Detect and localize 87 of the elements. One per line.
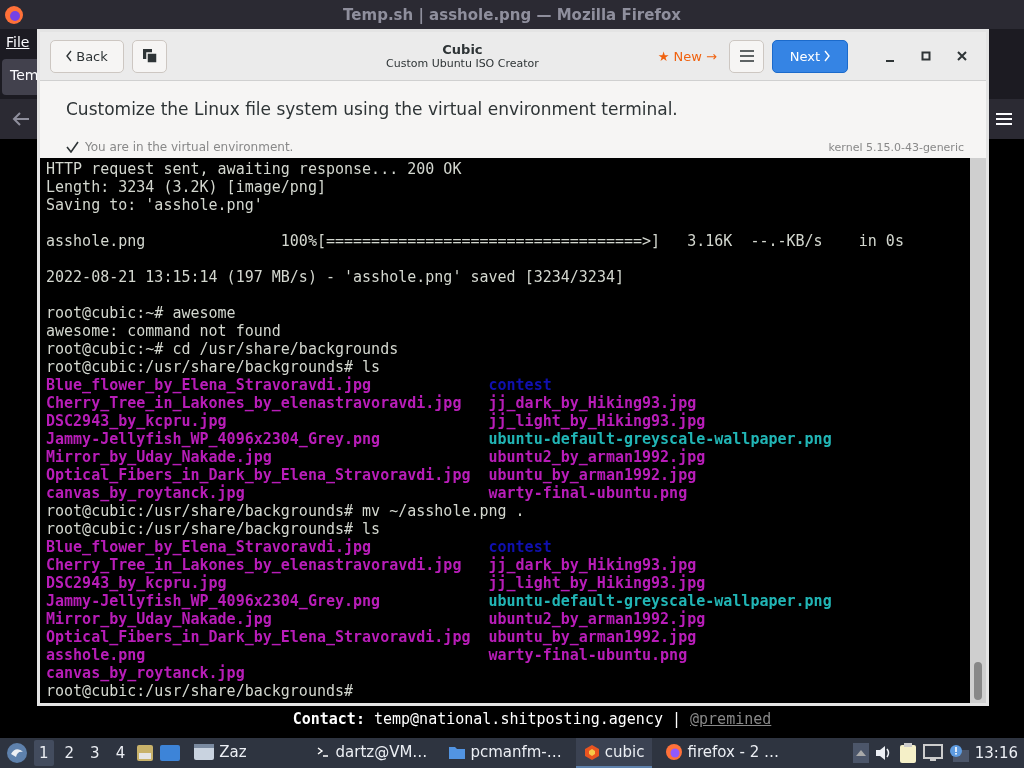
file-name: Blue_flower_by_Elena_Stravoravdi.jpg (46, 376, 372, 394)
terminal-line: 2022-08-21 13:15:14 (197 MB/s) - 'asshole.png' saved [3234/3234] (46, 268, 624, 286)
minimize-icon (885, 60, 895, 62)
workspace-button[interactable]: 1 (34, 740, 54, 766)
file-name: Jammy-Jellyfish_WP_4096x2304_Grey.png (46, 592, 381, 610)
directory-name: contest (488, 538, 552, 556)
folder-icon (449, 744, 466, 760)
clock: 13:16 (974, 744, 1018, 762)
file-name: warty-final-ubuntu.png (488, 646, 688, 664)
hexagon-icon (583, 744, 600, 760)
file-name: Mirror_by_Uday_Nakade.jpg (46, 610, 272, 628)
file-name: Optical_Fibers_in_Dark_by_Elena_Stravoravdi.jpg (46, 466, 471, 484)
app-title: Cubic (442, 42, 483, 57)
scrollbar[interactable] (970, 158, 986, 703)
terminal-line: root@cubic:~# cd /usr/share/backgrounds (46, 340, 399, 358)
file-name: jj_light_by_Hiking93.jpg (488, 412, 706, 430)
chevron-right-icon (824, 50, 831, 62)
terminal-line: HTTP request sent, awaiting response... 200 OK (46, 160, 462, 178)
file-name: DSC2943_by_kcpru.jpg (46, 412, 227, 430)
file-name: ubuntu_by_arman1992.jpg (488, 628, 697, 646)
close-icon (957, 51, 967, 61)
file-name: warty-final-ubuntu.png (488, 484, 688, 502)
back-button[interactable]: Back (50, 39, 124, 73)
copy-icon (142, 49, 157, 63)
window-title: Temp.sh | asshole.png — Mozilla Firefox (343, 5, 681, 24)
check-icon (66, 141, 79, 153)
browser-tab[interactable]: Tem (2, 59, 37, 95)
file-name: jj_dark_by_Hiking93.jpg (488, 556, 697, 574)
maximize-icon (921, 51, 931, 61)
copy-button[interactable] (132, 39, 167, 73)
menu-icon (739, 50, 754, 62)
browser-logo-icon (4, 5, 24, 25)
back-arrow-icon[interactable] (12, 111, 30, 127)
file-name: ubuntu2_by_arman1992.jpg (488, 448, 706, 466)
terminal-line: asshole.png 100%[===================================>] 3.16K --.-KB/s in 0s (46, 232, 904, 250)
browser-logo-icon (666, 744, 683, 760)
link-file-name: ubuntu-default-greyscale-wallpaper.png (488, 430, 832, 448)
terminal-line: root@cubic:/usr/share/backgrounds# (46, 682, 354, 700)
file-name: DSC2943_by_kcpru.jpg (46, 574, 227, 592)
taskbar-task[interactable]: pcmanfm-… (441, 738, 570, 768)
file-name: canvas_by_roytanck.jpg (46, 664, 245, 682)
window-icon[interactable] (160, 744, 181, 762)
file-name: jj_light_by_Hiking93.jpg (488, 574, 706, 592)
handle-link[interactable]: @premined (690, 710, 772, 728)
terminal-line: root@cubic:~# awesome (46, 304, 236, 322)
terminal-line: root@cubic:/usr/share/backgrounds# ls (46, 520, 381, 538)
contact-line: Contact: temp@national.shitposting.agency | @premined (292, 710, 772, 728)
workspace-button[interactable]: 3 (85, 740, 105, 766)
status-text: You are in the virtual environment. (85, 140, 294, 154)
notification-icon[interactable] (948, 744, 969, 762)
file-name: Mirror_by_Uday_Nakade.jpg (46, 448, 272, 466)
menu-icon[interactable] (996, 112, 1012, 126)
app-subtitle: Custom Ubuntu ISO Creator (386, 57, 539, 70)
file-name: canvas_by_roytanck.jpg (46, 484, 245, 502)
start-menu-icon[interactable] (6, 742, 28, 764)
taskbar-task[interactable]: cubic (575, 738, 653, 768)
file-name: ubuntu_by_arman1992.jpg (488, 466, 697, 484)
chevron-left-icon (66, 50, 73, 62)
taskbar-task[interactable]: dartz@VM… (306, 738, 436, 768)
file-name: Blue_flower_by_Elena_Stravoravdi.jpg (46, 538, 372, 556)
terminal-line: root@cubic:/usr/share/backgrounds# ls (46, 358, 381, 376)
terminal-line: root@cubic:/usr/share/backgrounds# mv ~/asshole.png . (46, 502, 525, 520)
file-cabinet-icon[interactable] (136, 744, 155, 762)
workspace-button[interactable]: 4 (110, 740, 131, 766)
clipboard-icon[interactable] (898, 743, 917, 763)
menu-button[interactable] (729, 39, 764, 73)
menu-item[interactable]: File (6, 34, 30, 50)
next-button[interactable]: Next (772, 39, 848, 73)
terminal-line: awesome: command not found (46, 322, 281, 340)
launcher-button[interactable]: Zaz (186, 738, 255, 768)
kernel-version: kernel 5.15.0-43-generic (828, 140, 964, 154)
file-name: Jammy-Jellyfish_WP_4096x2304_Grey.png (46, 430, 381, 448)
file-name: Cherry_Tree_in_Lakones_by_elenastravoravdi.jpg (46, 394, 462, 412)
taskbar-task[interactable]: firefox - 2 … (658, 738, 788, 768)
workspace-button[interactable]: 2 (59, 740, 80, 766)
file-name: ubuntu2_by_arman1992.jpg (488, 610, 706, 628)
file-name: Cherry_Tree_in_Lakones_by_elenastravoravdi.jpg (46, 556, 462, 574)
link-file-name: ubuntu-default-greyscale-wallpaper.png (488, 592, 832, 610)
monitor-icon[interactable] (922, 744, 943, 762)
terminal-line: Length: 3234 (3.2K) [image/png] (46, 178, 326, 196)
directory-name: contest (488, 376, 552, 394)
file-name: jj_dark_by_Hiking93.jpg (488, 394, 697, 412)
window-icon (194, 743, 215, 761)
terminal-line: Saving to: 'asshole.png' (46, 196, 263, 214)
file-name: Optical_Fibers_in_Dark_by_Elena_Stravoravdi.jpg (46, 628, 471, 646)
step-heading: Customize the Linux file system using the virtual environment terminal. (66, 99, 679, 119)
file-name: asshole.png (46, 646, 146, 664)
